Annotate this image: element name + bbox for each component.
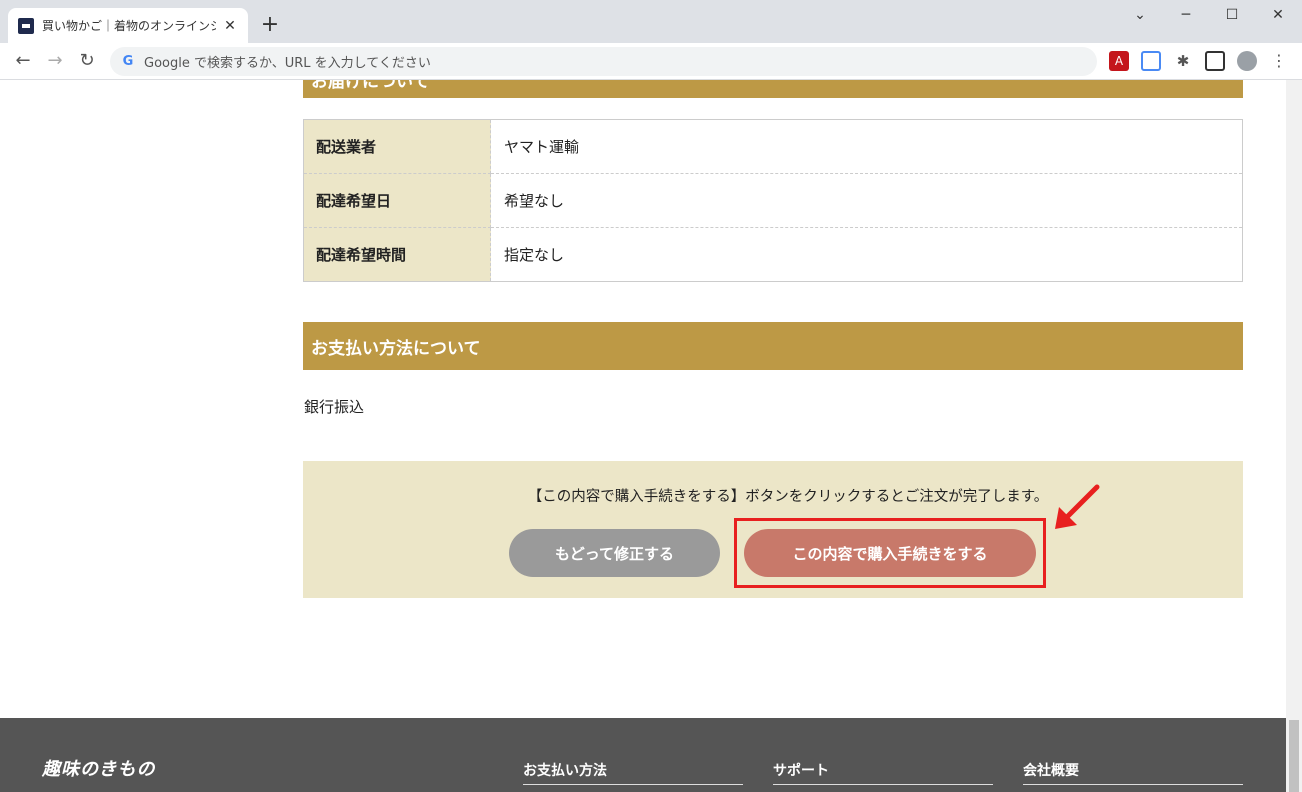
tab-close-icon[interactable]: ✕	[222, 18, 238, 34]
footer-link-company[interactable]: 会社概要	[1023, 760, 1243, 785]
delivery-label: 配達希望日	[303, 173, 491, 228]
table-row: 配送業者 ヤマト運輸	[303, 119, 1243, 174]
site-favicon-icon	[18, 17, 34, 34]
scrollbar-thumb[interactable]	[1289, 720, 1299, 792]
tab-title: 買い物かご｜着物のオンラインショップ	[42, 19, 216, 33]
back-to-edit-button[interactable]: もどって修正する	[509, 529, 720, 577]
profile-icon[interactable]	[1237, 51, 1257, 71]
address-placeholder: Google で検索するか、URL を入力してください	[144, 56, 431, 71]
maximize-button[interactable]: ☐	[1209, 0, 1255, 30]
close-window-button[interactable]: ✕	[1255, 0, 1301, 30]
delivery-table: 配送業者 ヤマト運輸 配達希望日 希望なし 配達希望時間 指定なし	[303, 119, 1243, 282]
minimize-button[interactable]: ─	[1163, 0, 1209, 30]
menu-icon[interactable]: ⋮	[1269, 51, 1289, 71]
address-bar[interactable]: G Google で検索するか、URL を入力してください	[110, 47, 1097, 76]
browser-toolbar: ← → ↻ G Google で検索するか、URL を入力してください A ✱ …	[0, 43, 1302, 80]
delivery-value: 指定なし	[504, 246, 565, 264]
back-nav-icon[interactable]: ←	[11, 49, 35, 73]
site-logo[interactable]: 趣味のきもの	[42, 758, 155, 782]
footer-link-support[interactable]: サポート	[773, 760, 993, 785]
payment-method-text: 銀行振込	[304, 398, 365, 416]
table-row: 配達希望時間 指定なし	[303, 227, 1243, 282]
puzzle-icon[interactable]: ✱	[1173, 51, 1193, 71]
highlight-box	[734, 518, 1046, 588]
payment-section-header: お支払い方法について	[303, 322, 1243, 370]
delivery-value: ヤマト運輸	[490, 119, 1243, 174]
red-arrow-icon	[1055, 484, 1100, 529]
footer-link-payment[interactable]: お支払い方法	[523, 760, 743, 785]
sidepanel-icon[interactable]	[1205, 51, 1225, 71]
translate-icon[interactable]	[1141, 51, 1161, 71]
site-footer: 趣味のきもの お支払い方法 サポート 会社概要	[0, 718, 1286, 792]
tab-search-icon[interactable]: ⌄	[1117, 0, 1163, 30]
pdf-icon[interactable]: A	[1109, 51, 1129, 71]
delivery-label: 配達希望時間	[303, 227, 491, 282]
page-scrollbar[interactable]	[1286, 80, 1302, 792]
forward-nav-icon[interactable]: →	[43, 49, 67, 73]
google-icon: G	[122, 53, 134, 69]
browser-tab[interactable]: 買い物かご｜着物のオンラインショップ ✕	[8, 8, 248, 43]
new-tab-button[interactable]: +	[258, 13, 282, 37]
browser-tab-bar: 買い物かご｜着物のオンラインショップ ✕ + ⌄ ─ ☐ ✕	[0, 0, 1302, 43]
order-confirm-box: 【この内容で購入手続きをする】ボタンをクリックするとご注文が完了します。 もどっ…	[303, 461, 1243, 598]
page-viewport: お届けについて 配送業者 ヤマト運輸 配達希望日 希望なし 配達希望時間 指定な…	[0, 80, 1286, 792]
delivery-label: 配送業者	[303, 119, 491, 174]
delivery-section-header: お届けについて	[303, 80, 1243, 98]
reload-icon[interactable]: ↻	[75, 49, 99, 73]
delivery-value: 希望なし	[490, 173, 1243, 228]
table-row: 配達希望日 希望なし	[303, 173, 1243, 228]
